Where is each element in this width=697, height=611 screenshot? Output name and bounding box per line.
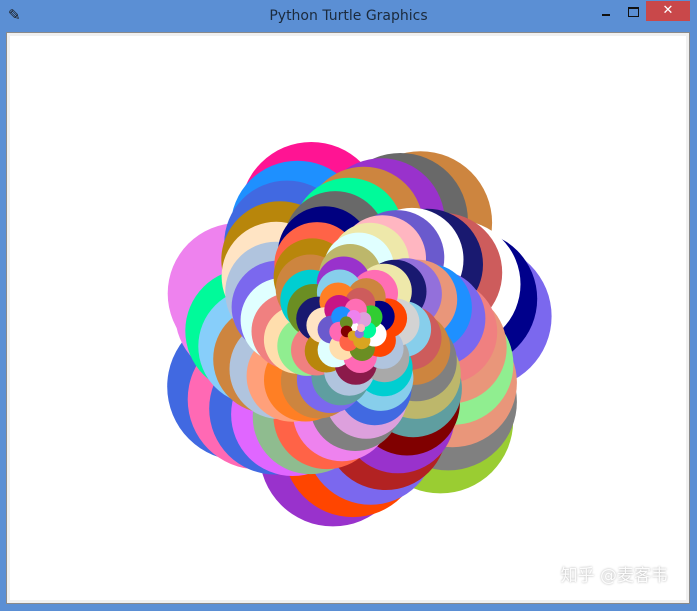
minimize-button[interactable] [592,2,620,22]
close-icon: ✕ [662,3,674,18]
maximize-button[interactable] [620,2,646,22]
close-button[interactable]: ✕ [646,1,690,21]
title-bar[interactable]: ✎ Python Turtle Graphics ✕ [0,0,697,30]
turtle-window: ✎ Python Turtle Graphics ✕ 知乎 @麦客韦 [0,0,697,611]
watermark: 知乎 @麦客韦 [560,566,668,586]
spiral-rose-drawing [167,142,552,527]
petal-disk [357,324,365,332]
turtle-canvas[interactable]: 知乎 @麦客韦 [10,36,686,600]
